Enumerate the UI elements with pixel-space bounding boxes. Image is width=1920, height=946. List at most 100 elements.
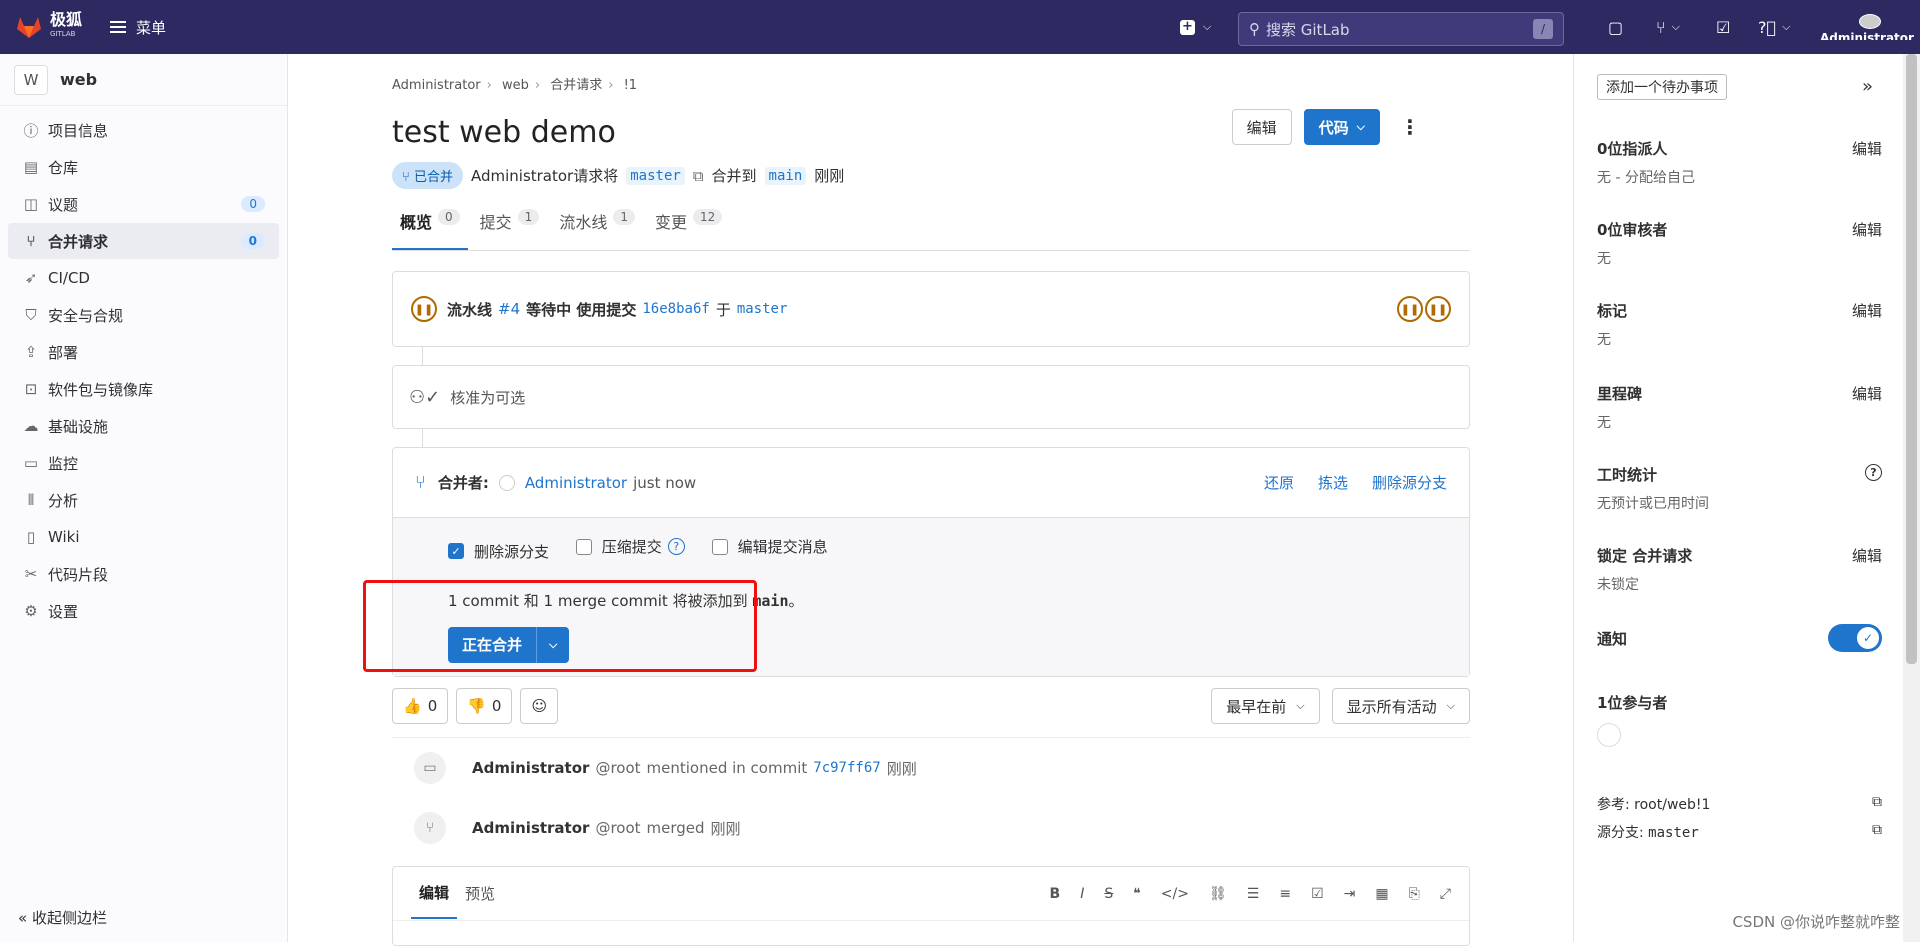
tab-preview[interactable]: 预览 (457, 869, 503, 918)
activity-filter-dropdown[interactable]: 显示所有活动⌵ (1332, 688, 1470, 724)
tab-commits[interactable]: 提交1 (472, 209, 548, 250)
activity-user[interactable]: Administrator (472, 759, 589, 777)
collapse-right-sidebar-icon[interactable]: » (1862, 76, 1873, 97)
edit-link[interactable]: 编辑 (1852, 138, 1882, 159)
section-title: 0位指派人 (1597, 138, 1667, 159)
code-icon[interactable]: </> (1161, 886, 1189, 902)
scrollbar-thumb[interactable] (1906, 54, 1917, 664)
edit-link[interactable]: 编辑 (1852, 300, 1882, 321)
edit-link[interactable]: 编辑 (1852, 383, 1882, 404)
tab-changes[interactable]: 变更12 (647, 209, 730, 250)
tab-write[interactable]: 编辑 (411, 868, 457, 919)
sidebar-item-merge-requests[interactable]: ⑂合并请求0 (8, 223, 279, 259)
table-icon[interactable]: ▦ (1375, 886, 1388, 902)
edit-link[interactable]: 编辑 (1852, 219, 1882, 240)
fullscreen-icon[interactable]: ⤢ (1440, 886, 1451, 902)
gitlab-logo[interactable]: 极狐GITLAB (16, 14, 82, 40)
help-icon[interactable]: ? (668, 538, 685, 555)
sidebar-item-snippets[interactable]: ✂代码片段 (8, 556, 279, 592)
sidebar-item-cicd[interactable]: ➶CI/CD (8, 260, 279, 296)
thumbs-up-button[interactable]: 👍0 (392, 688, 448, 724)
scrollbar[interactable] (1903, 54, 1920, 942)
breadcrumb-item[interactable]: 合并请求 (550, 78, 602, 93)
avatar[interactable] (1597, 723, 1621, 747)
copy-icon[interactable]: ⧉ (1872, 794, 1882, 814)
italic-icon[interactable]: I (1080, 886, 1084, 902)
strikethrough-icon[interactable]: S (1104, 886, 1113, 902)
collapse-sidebar-button[interactable]: « 收起侧边栏 (18, 907, 107, 928)
sidebar-item-repository[interactable]: ▤仓库 (8, 149, 279, 185)
sidebar-item-wiki[interactable]: ▯Wiki (8, 519, 279, 555)
search-input[interactable]: ⚲ 搜索 GitLab / (1238, 12, 1564, 46)
merge-into-text: 合并到 (712, 165, 757, 186)
sort-dropdown[interactable]: 最早在前⌵ (1211, 688, 1319, 724)
breadcrumb-item[interactable]: Administrator (392, 78, 481, 93)
copy-icon[interactable]: ⧉ (693, 167, 704, 185)
merged-by-user-link[interactable]: Administrator (525, 474, 627, 492)
notifications-toggle[interactable]: ✓ (1828, 624, 1882, 652)
pipeline-pending-icon[interactable]: ❚❚ (411, 296, 437, 322)
menu-button[interactable]: 菜单 (110, 17, 166, 38)
more-actions-icon[interactable]: ⋮ (1392, 115, 1428, 139)
sidebar-item-monitor[interactable]: ▭监控 (8, 445, 279, 481)
merge-requests-nav-button[interactable]: ⑂⌵ (1656, 14, 1680, 40)
tab-overview[interactable]: 概览0 (392, 209, 468, 250)
user-menu[interactable]: Administrator (1820, 14, 1920, 40)
menu-label: 菜单 (136, 17, 166, 38)
tab-pipelines[interactable]: 流水线1 (551, 209, 643, 250)
sidebar-item-packages[interactable]: ⊡软件包与镜像库 (8, 371, 279, 407)
section-value[interactable]: 无 - 分配给自己 (1597, 167, 1882, 187)
stage-pending-icon[interactable]: ❚❚ (1425, 296, 1451, 322)
target-branch[interactable]: main (765, 167, 807, 185)
copy-icon[interactable]: ⧉ (1872, 822, 1882, 842)
bold-icon[interactable]: B (1050, 886, 1061, 902)
source-branch[interactable]: master (626, 167, 685, 185)
bullet-list-icon[interactable]: ☰ (1247, 886, 1260, 902)
breadcrumb-item[interactable]: web (502, 78, 529, 93)
help-nav-button[interactable]: ?⃝⌵ (1758, 14, 1790, 40)
edit-commit-message-checkbox[interactable]: 编辑提交消息 (712, 536, 828, 557)
task-list-icon[interactable]: ☑ (1311, 886, 1324, 902)
status-badge: ⑂ 已合并 (392, 162, 463, 189)
sidebar-item-settings[interactable]: ⚙设置 (8, 593, 279, 629)
time-tracking-section: 工时统计? 无预计或已用时间 (1597, 464, 1882, 513)
revert-button[interactable]: 还原 (1264, 472, 1294, 493)
sidebar-item-security[interactable]: ⛉安全与合规 (8, 297, 279, 333)
breadcrumb-item[interactable]: !1 (624, 78, 637, 93)
sidebar-item-project-info[interactable]: ⓘ项目信息 (8, 112, 279, 148)
edit-button[interactable]: 编辑 (1232, 109, 1292, 145)
pipeline-branch-link[interactable]: master (737, 301, 788, 317)
time-text: 刚刚 (814, 165, 844, 186)
merge-request-icon: ⑂ (414, 812, 446, 844)
edit-link[interactable]: 编辑 (1852, 545, 1882, 566)
help-icon[interactable]: ? (1865, 464, 1882, 481)
activity-user[interactable]: Administrator (472, 819, 589, 837)
cherry-pick-button[interactable]: 拣选 (1318, 472, 1348, 493)
quote-icon[interactable]: ❝ (1133, 886, 1141, 902)
attach-icon[interactable]: ⎘ (1409, 886, 1420, 902)
activity-commit-link[interactable]: 7c97ff67 (813, 760, 880, 776)
delete-source-branch-checkbox[interactable]: ✓删除源分支 (448, 541, 549, 562)
add-todo-button[interactable]: 添加一个待办事项 (1597, 74, 1727, 100)
sidebar-item-infrastructure[interactable]: ☁基础设施 (8, 408, 279, 444)
thumbs-down-button[interactable]: 👎0 (456, 688, 512, 724)
project-header[interactable]: W web (0, 54, 287, 106)
new-item-button[interactable]: + ⌵ (1180, 14, 1211, 40)
issues-nav-button[interactable]: ▢ (1608, 14, 1623, 40)
sidebar-item-issues[interactable]: ◫议题0 (8, 186, 279, 222)
collapsible-icon[interactable]: ⇥ (1344, 886, 1356, 902)
squash-commits-checkbox[interactable]: 压缩提交? (576, 536, 685, 557)
pipeline-link[interactable]: #4 (498, 300, 520, 318)
todos-nav-button[interactable]: ☑ (1716, 14, 1730, 40)
code-dropdown-button[interactable]: 代码⌵ (1304, 109, 1380, 145)
delete-source-branch-button[interactable]: 删除源分支 (1372, 472, 1447, 493)
pipeline-commit-link[interactable]: 16e8ba6f (642, 301, 709, 317)
participants-title: 1位参与者 (1597, 692, 1667, 713)
merge-request-icon: ⑂ (22, 232, 40, 250)
add-reaction-button[interactable]: ☺ (520, 688, 558, 724)
stage-pending-icon[interactable]: ❚❚ (1397, 296, 1423, 322)
sidebar-item-deployments[interactable]: ⇪部署 (8, 334, 279, 370)
link-icon[interactable]: ⛓ (1209, 886, 1227, 902)
sidebar-item-analytics[interactable]: ⫴分析 (8, 482, 279, 518)
numbered-list-icon[interactable]: ≡ (1279, 886, 1291, 902)
